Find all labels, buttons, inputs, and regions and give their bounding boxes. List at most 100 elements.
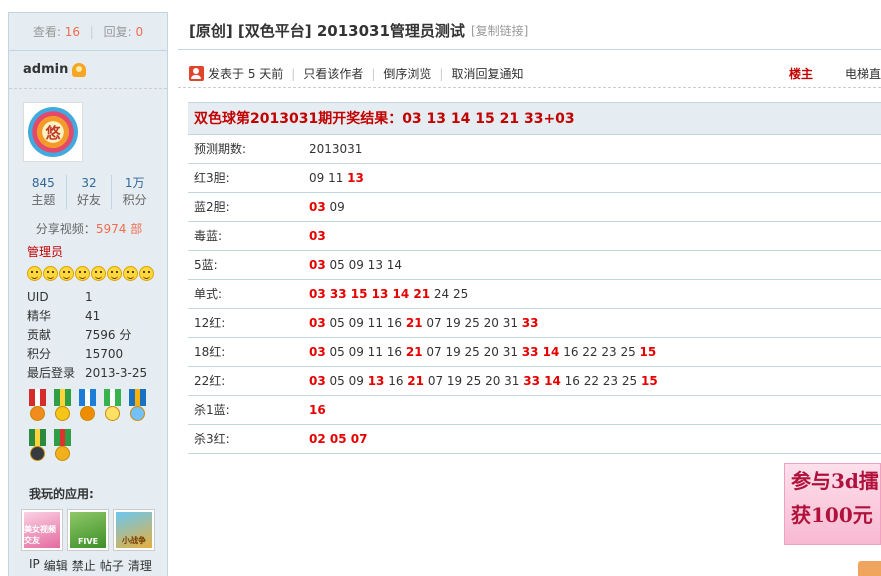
result-value: 16 [309, 396, 326, 424]
info-value: 1 [85, 290, 93, 304]
smile-icon [75, 266, 90, 281]
result-value: 03 05 09 11 16 21 07 19 25 20 31 33 14 1… [309, 338, 656, 366]
admin-link-edit[interactable]: 编辑 [44, 557, 68, 574]
author-name-link[interactable]: admin [23, 62, 68, 77]
count-num: 1万 [124, 176, 145, 190]
medal-icon[interactable] [52, 429, 73, 465]
admin-link-ban[interactable]: 禁止 [72, 557, 96, 574]
admin-link-posts[interactable]: 帖子 [100, 557, 124, 574]
hit-number: 16 [309, 403, 326, 417]
count-friends[interactable]: 32 好友 [67, 175, 113, 209]
count-threads[interactable]: 845 主题 [21, 175, 67, 209]
hit-number: 33 14 [521, 345, 560, 359]
app-label: FIVE [70, 512, 106, 548]
medal-icon[interactable] [27, 389, 48, 425]
info-key: 贡献 [27, 328, 52, 342]
ad-banner[interactable]: 参与3d擂 获100元 [784, 463, 881, 545]
replies-label: 回复: [103, 25, 132, 39]
post-author-icon [189, 66, 204, 81]
apps-title: 我玩的应用: [29, 487, 94, 501]
medal-icon[interactable] [52, 389, 73, 425]
smile-icon [91, 266, 106, 281]
stats-divider: | [89, 25, 94, 39]
admin-link-clean[interactable]: 清理 [128, 557, 152, 574]
copy-link-button[interactable]: [复制链接] [471, 22, 528, 39]
result-row: 毒蓝: 03 [188, 222, 881, 251]
elevator-jump[interactable]: 电梯直 [845, 65, 881, 82]
result-row: 22红: 03 05 09 13 16 21 07 19 25 20 31 33 … [188, 367, 881, 396]
result-value: 03 05 09 13 16 21 07 19 25 20 31 33 14 1… [309, 367, 658, 395]
cancel-notify-link[interactable]: 取消回复通知 [451, 65, 523, 82]
result-row: 红3胆: 09 11 13 [188, 164, 881, 193]
share-label: 分享视频： [35, 222, 96, 236]
admin-links: IP 编辑 禁止 帖子 清理 [29, 557, 152, 574]
count-credits[interactable]: 1万 积分 [112, 175, 157, 209]
hit-number: 03 [309, 229, 326, 243]
hit-number: 03 [309, 258, 326, 272]
only-author-link[interactable]: 只看该作者 [303, 65, 363, 82]
meta-divider: | [439, 66, 444, 81]
hit-number: 33 [521, 316, 539, 330]
lottery-result-table: 双色球第2013031期开奖结果：03 13 14 15 21 33+03 预测… [188, 102, 881, 454]
banner-line: 参与3d擂 [791, 469, 879, 493]
hit-number: 15 [639, 345, 657, 359]
medal-icon[interactable] [127, 389, 148, 425]
info-row: 积分 15700 [27, 345, 147, 364]
number: 05 09 11 16 [325, 316, 406, 330]
hit-number: 21 [407, 374, 424, 388]
hit-number: 03 [309, 200, 326, 214]
number: 2013031 [309, 142, 363, 156]
result-label: 红3胆: [194, 171, 230, 185]
info-value: 7596 分 [85, 328, 132, 342]
views-count: 16 [64, 25, 80, 39]
meta-divider: | [291, 66, 296, 81]
hit-number: 03 [309, 374, 326, 388]
number: 16 22 23 25 [559, 345, 640, 359]
posted-time: 发表于 5 天前 [208, 67, 284, 81]
result-label: 单式: [194, 287, 223, 301]
online-user-icon [72, 62, 87, 77]
medal-icon[interactable] [27, 429, 48, 465]
admin-link-ip[interactable]: IP [29, 557, 40, 574]
number: 09 [325, 200, 345, 214]
replies-count: 0 [135, 25, 144, 39]
hit-number: 03 [309, 316, 326, 330]
result-value: 2013031 [309, 135, 362, 163]
medal-icon[interactable] [102, 389, 123, 425]
app-label: 美女视频交友 [24, 512, 60, 548]
post-title-bar: [原创] [双色平台] 2013031管理员测试 [复制链接] [178, 12, 881, 50]
count-label: 好友 [77, 193, 102, 207]
info-row: 精华 41 [27, 307, 147, 326]
result-row: 蓝2胆: 03 09 [188, 193, 881, 222]
app-icon[interactable]: 小战争 [113, 509, 155, 551]
reverse-order-link[interactable]: 倒序浏览 [383, 65, 431, 82]
result-row: 单式: 03 33 15 13 14 21 24 25 [188, 280, 881, 309]
author-line: admin [9, 51, 167, 89]
share-unit: 部 [130, 222, 143, 236]
result-label: 5蓝: [194, 258, 218, 272]
avatar-image: 悠 [28, 107, 78, 157]
post-meta-bar: 发表于 5 天前 | 只看该作者 | 倒序浏览 | 取消回复通知 楼主 电梯直 [178, 60, 881, 88]
result-row: 5蓝: 03 05 09 13 14 [188, 251, 881, 280]
info-row: 贡献 7596 分 [27, 326, 147, 345]
user-info-table: UID 1 精华 41 贡献 7596 分 积分 15700 最后登录 2013-3-25 [27, 288, 147, 383]
app-icon[interactable]: FIVE [67, 509, 109, 551]
number: 07 19 25 20 31 [422, 316, 522, 330]
user-group-link[interactable]: 管理员 [27, 243, 63, 260]
result-value: 03 05 09 11 16 21 07 19 25 20 31 33 [309, 309, 539, 337]
medal-icon[interactable] [77, 389, 98, 425]
result-value: 03 33 15 13 14 21 24 25 [309, 280, 468, 308]
post-title: [原创] [双色平台] 2013031管理员测试 [189, 22, 465, 40]
result-value: 09 11 13 [309, 164, 364, 192]
hit-number: 13 [347, 171, 364, 185]
views-label: 查看: [32, 25, 61, 39]
result-value: 03 09 [309, 193, 345, 221]
medal-list [27, 389, 157, 465]
result-value: 03 05 09 13 14 [309, 251, 402, 279]
app-icon[interactable]: 美女视频交友 [21, 509, 63, 551]
avatar[interactable]: 悠 [23, 102, 83, 162]
result-label: 毒蓝: [194, 229, 223, 243]
back-to-top-button[interactable] [858, 561, 881, 576]
smile-icon [107, 266, 122, 281]
result-label: 杀3红: [194, 432, 230, 446]
